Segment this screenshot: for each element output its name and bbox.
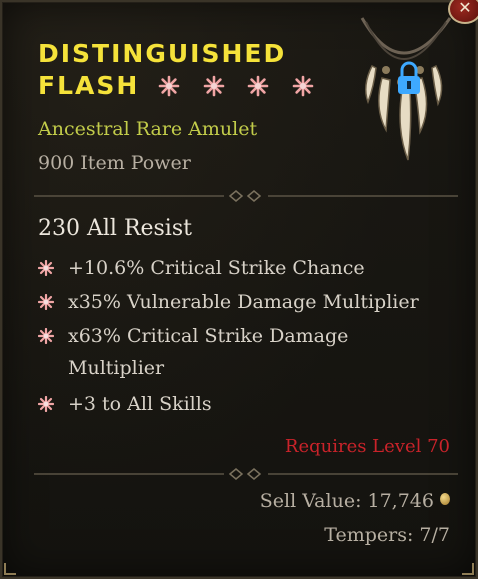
affix-text: x35% Vulnerable Damage Multiplier [68, 291, 419, 313]
item-power: 900 Item Power [38, 152, 191, 174]
affix-bullet-icon [38, 260, 54, 276]
item-name-line1: DISTINGUISHED [38, 39, 287, 68]
star-icon [203, 75, 225, 97]
affix-bullet-icon [38, 396, 54, 412]
star-icon [158, 75, 180, 97]
item-name: DISTINGUISHED FLASH [38, 38, 326, 105]
gold-coin-icon [440, 493, 450, 505]
star-icon [292, 75, 314, 97]
affix-line: +10.6% Critical Strike Chance [38, 252, 448, 284]
star-icon [248, 75, 269, 97]
sell-value: Sell Value: 17,746 [260, 490, 450, 512]
sell-value-text: Sell Value: 17,746 [259, 490, 434, 512]
frame-corner [462, 563, 474, 575]
affix-text: x63% Critical Strike Damage Multiplier [68, 325, 349, 379]
greater-affix-stars [158, 73, 326, 105]
affix-text: +10.6% Critical Strike Chance [68, 257, 365, 279]
tempers-count: Tempers: 7/7 [324, 524, 450, 546]
base-stat: 230 All Resist [38, 216, 192, 241]
divider [34, 190, 458, 202]
amulet-image [360, 17, 452, 161]
affix-line: x63% Critical Strike Damage Multiplier [38, 320, 368, 384]
item-tooltip: ✕ DISTINGUISHED FLASH Ancestral Rare Amu… [0, 0, 478, 579]
affix-bullet-icon [38, 294, 54, 310]
affix-line: +3 to All Skills [38, 388, 448, 420]
affix-bullet-icon [38, 328, 54, 344]
item-name-line2: FLASH [38, 71, 140, 100]
lock-icon [398, 61, 420, 94]
affix-line: x35% Vulnerable Damage Multiplier [38, 286, 448, 318]
frame-corner [4, 563, 16, 575]
item-rarity-type: Ancestral Rare Amulet [38, 118, 258, 140]
level-requirement: Requires Level 70 [284, 436, 450, 457]
divider [34, 468, 458, 480]
affix-text: +3 to All Skills [68, 393, 212, 415]
